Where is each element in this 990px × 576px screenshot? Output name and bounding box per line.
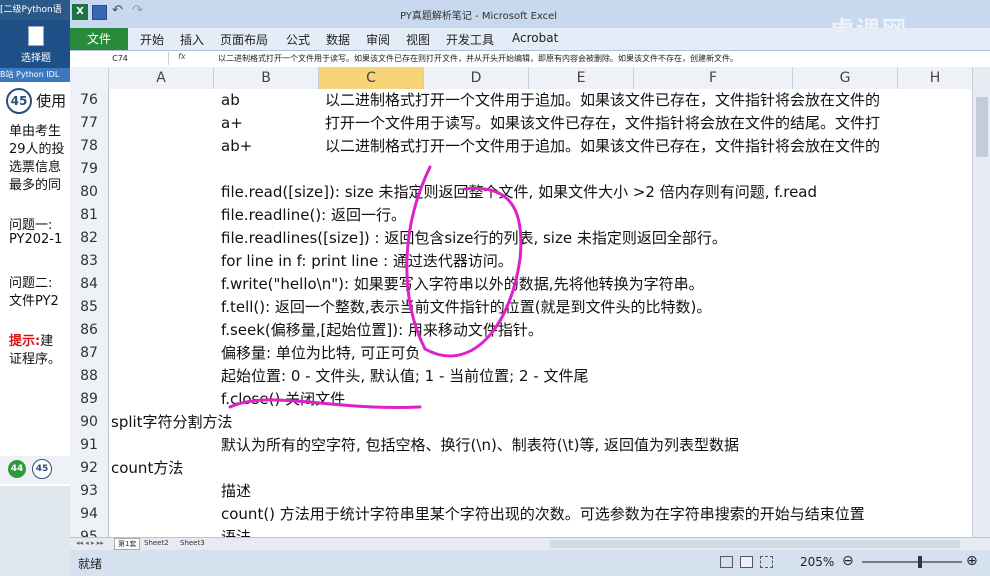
normal-view-icon[interactable] bbox=[720, 556, 733, 568]
tab-file[interactable]: 文件 bbox=[70, 28, 128, 50]
hint-label: 提示: bbox=[9, 334, 41, 349]
panel-title: B站 Python IDL bbox=[0, 68, 72, 82]
zoom-slider-thumb[interactable] bbox=[918, 556, 922, 568]
question-heading: 使用 bbox=[36, 92, 67, 110]
tab-view[interactable]: 视图 bbox=[406, 31, 430, 48]
question-line: 文件PY2 bbox=[9, 294, 59, 309]
tab-review[interactable]: 审阅 bbox=[366, 31, 390, 48]
tab-formulas[interactable]: 公式 bbox=[286, 31, 310, 48]
ink-circle-stroke bbox=[405, 165, 523, 358]
column-header-selected[interactable]: C bbox=[319, 67, 424, 89]
column-header[interactable]: F bbox=[634, 67, 793, 89]
sheet-tab-active[interactable]: 第1套 bbox=[114, 538, 141, 550]
app-title-bar: [二级Python语 bbox=[0, 0, 72, 20]
undo-icon[interactable]: ↶ bbox=[112, 3, 123, 18]
app-title: [二级Python语 bbox=[0, 5, 62, 15]
hint-text: 建 bbox=[40, 334, 54, 349]
formula-bar: C74 fx 以二进制格式打开一个文件用于读写。如果该文件已存在则打开文件，并从… bbox=[70, 51, 990, 68]
tab-acrobat[interactable]: Acrobat bbox=[512, 31, 558, 45]
page-break-view-icon[interactable] bbox=[760, 556, 773, 568]
zoom-out-icon[interactable]: ⊖ bbox=[842, 553, 854, 569]
sheet-tab[interactable]: Sheet2 bbox=[144, 539, 169, 547]
column-header[interactable]: A bbox=[109, 67, 214, 89]
column-header[interactable]: H bbox=[898, 67, 973, 89]
page-layout-view-icon[interactable] bbox=[740, 556, 753, 568]
background-app-window: [二级Python语 选择题 B站 Python IDL 45 使用 单由考生 … bbox=[0, 0, 72, 576]
tab-data[interactable]: 数据 bbox=[326, 31, 350, 48]
document-icon bbox=[28, 26, 44, 46]
zoom-level[interactable]: 205% bbox=[800, 555, 834, 569]
ink-annotation bbox=[228, 165, 523, 409]
sheet-nav-arrows[interactable]: ◂◂ ◂ ▸ ▸▸ bbox=[76, 539, 104, 547]
sheet-tabs: ◂◂ ◂ ▸ ▸▸ 第1套 Sheet2 Sheet3 bbox=[70, 537, 990, 551]
tab-page-layout[interactable]: 页面布局 bbox=[220, 31, 268, 48]
column-headers: A B C D E F G H bbox=[70, 67, 990, 90]
select-all-corner[interactable] bbox=[70, 67, 109, 89]
tab-insert[interactable]: 插入 bbox=[180, 31, 204, 48]
question-panel: 45 使用 单由考生 29人的投 选票信息 最多的同 问题一: PY202-1 … bbox=[0, 82, 72, 486]
question-line: 问题一: bbox=[9, 218, 53, 233]
title-bar: X ↶ ↷ PY真题解析笔记 - Microsoft Excel 虎课网 bbox=[70, 0, 990, 44]
column-header[interactable]: E bbox=[529, 67, 634, 89]
question-line: 选票信息 bbox=[9, 160, 62, 175]
column-header[interactable]: G bbox=[793, 67, 898, 89]
hint-line-2: 证程序。 bbox=[9, 352, 62, 367]
question-line: PY202-1 bbox=[9, 232, 63, 247]
fx-icon[interactable]: fx bbox=[178, 52, 186, 61]
scroll-thumb[interactable] bbox=[976, 97, 988, 157]
tab-home[interactable]: 开始 bbox=[140, 31, 164, 48]
ribbon-tabs: 开始 插入 页面布局 公式 数据 审阅 视图 开发工具 Acrobat bbox=[70, 28, 990, 51]
excel-window: X ↶ ↷ PY真题解析笔记 - Microsoft Excel 虎课网 开始 … bbox=[70, 0, 990, 576]
column-header[interactable]: B bbox=[214, 67, 319, 89]
nav-item-45[interactable]: 45 bbox=[32, 459, 52, 479]
save-icon[interactable] bbox=[92, 5, 107, 20]
select-question-button[interactable]: 选择题 bbox=[0, 20, 72, 68]
horizontal-scrollbar[interactable] bbox=[550, 540, 960, 548]
panel-title-text: B站 Python IDL bbox=[0, 70, 60, 79]
zoom-slider[interactable] bbox=[862, 561, 962, 563]
column-header[interactable]: D bbox=[424, 67, 529, 89]
status-bar: 就绪 205% ⊖ ⊕ bbox=[70, 550, 990, 576]
select-question-label: 选择题 bbox=[21, 53, 51, 64]
excel-app-icon: X bbox=[72, 4, 88, 20]
name-box[interactable]: C74 bbox=[72, 52, 169, 65]
sheet-tab[interactable]: Sheet3 bbox=[180, 539, 205, 547]
ink-underline-stroke bbox=[228, 398, 422, 409]
question-line: 单由考生 bbox=[9, 124, 62, 139]
nav-item-44[interactable]: 44 bbox=[8, 460, 26, 478]
question-line: 29人的投 bbox=[9, 142, 65, 157]
vertical-scrollbar[interactable] bbox=[972, 67, 990, 541]
tab-developer[interactable]: 开发工具 bbox=[446, 31, 494, 48]
spreadsheet-grid[interactable]: 76 ab 以二进制格式打开一个文件用于追加。如果该文件已存在，文件指针将会放在文件… bbox=[70, 89, 982, 541]
zoom-in-icon[interactable]: ⊕ bbox=[966, 553, 978, 569]
status-ready: 就绪 bbox=[78, 557, 103, 571]
question-line: 问题二: bbox=[9, 276, 53, 291]
question-nav: 44 45 bbox=[0, 456, 72, 484]
formula-input[interactable]: 以二进制格式打开一个文件用于读写。如果该文件已存在则打开文件，并从开头开始编辑，… bbox=[218, 52, 738, 65]
question-line: 最多的同 bbox=[9, 178, 62, 193]
question-number-badge: 45 bbox=[6, 88, 32, 114]
redo-icon[interactable]: ↷ bbox=[132, 3, 143, 18]
window-title: PY真题解析笔记 - Microsoft Excel bbox=[400, 11, 558, 22]
